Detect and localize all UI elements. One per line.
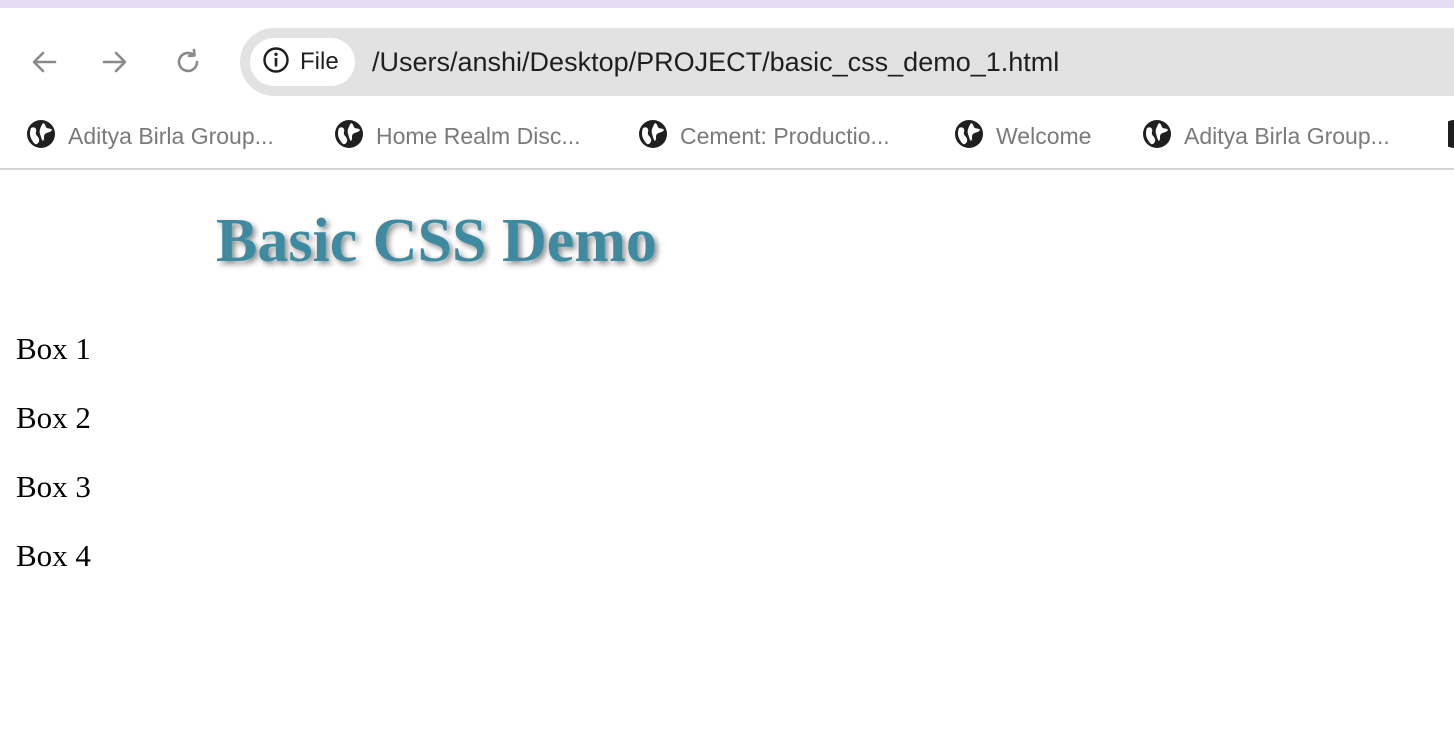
bookmarks-bar: Aditya Birla Group... Home Realm Disc... bbox=[0, 114, 1454, 158]
site-info-chip[interactable]: File bbox=[250, 38, 355, 86]
window-top-strip bbox=[0, 0, 1454, 8]
page-title: Basic CSS Demo bbox=[216, 207, 657, 275]
bookmark-item[interactable]: Welcome bbox=[954, 114, 1091, 158]
globe-icon bbox=[334, 119, 364, 154]
box-3: Box 3 bbox=[16, 469, 91, 504]
bookmark-item[interactable]: Aditya Birla Group... bbox=[1142, 114, 1390, 158]
reload-button[interactable] bbox=[166, 40, 210, 84]
bookmark-label: Aditya Birla Group... bbox=[1184, 122, 1390, 149]
back-button[interactable] bbox=[22, 40, 66, 84]
bookmark-label: Home Realm Disc... bbox=[376, 122, 581, 149]
globe-icon bbox=[954, 119, 984, 154]
box-2: Box 2 bbox=[16, 400, 91, 435]
url-text[interactable]: /Users/anshi/Desktop/PROJECT/basic_css_d… bbox=[372, 28, 1059, 96]
globe-icon bbox=[1142, 119, 1172, 154]
bookmark-item[interactable]: Aditya Birla Group... bbox=[26, 114, 274, 158]
arrow-left-icon bbox=[29, 47, 59, 77]
box-4: Box 4 bbox=[16, 538, 91, 573]
box-1: Box 1 bbox=[16, 331, 91, 366]
bookmark-item[interactable]: Home Realm Disc... bbox=[334, 114, 580, 158]
bookmark-item[interactable]: Cement: Productio... bbox=[638, 114, 890, 158]
info-icon bbox=[262, 46, 290, 79]
arrow-right-icon bbox=[100, 47, 130, 77]
globe-icon bbox=[638, 119, 668, 154]
bookmark-label: Aditya Birla Group... bbox=[68, 122, 274, 149]
address-bar[interactable]: File /Users/anshi/Desktop/PROJECT/basic_… bbox=[240, 28, 1454, 96]
forward-button[interactable] bbox=[93, 40, 137, 84]
bookmark-item-overflow[interactable] bbox=[1440, 114, 1454, 158]
browser-toolbar: File /Users/anshi/Desktop/PROJECT/basic_… bbox=[0, 8, 1454, 168]
globe-icon bbox=[26, 119, 56, 154]
browser-window: File /Users/anshi/Desktop/PROJECT/basic_… bbox=[0, 0, 1454, 738]
bookmark-label: Welcome bbox=[996, 122, 1092, 149]
reload-icon bbox=[173, 47, 203, 77]
bookmark-label: Cement: Productio... bbox=[680, 122, 890, 149]
page-content: Basic CSS Demo Box 1 Box 2 Box 3 Box 4 bbox=[0, 170, 1454, 738]
globe-icon bbox=[1440, 119, 1454, 154]
site-chip-label: File bbox=[300, 48, 339, 75]
